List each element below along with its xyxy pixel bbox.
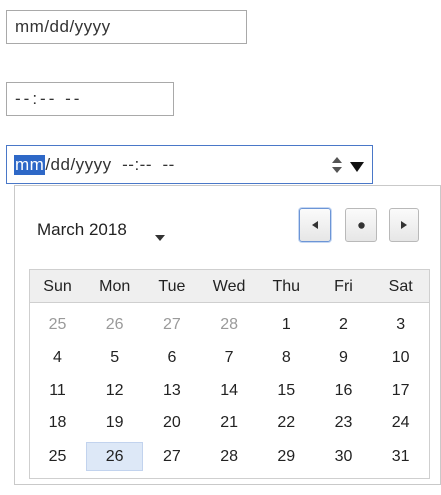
day-cell[interactable]: 16	[315, 376, 372, 405]
day-cell[interactable]: 31	[372, 442, 429, 471]
day-cell[interactable]: 13	[143, 376, 200, 405]
day-cell[interactable]: 28	[201, 442, 258, 471]
day-cell[interactable]: 25	[29, 310, 86, 339]
day-cell[interactable]: 28	[201, 310, 258, 339]
spin-up-down-icon[interactable]	[330, 155, 344, 175]
day-cell[interactable]: 4	[29, 343, 86, 372]
dot-icon	[357, 216, 365, 234]
weekday-mon: Mon	[99, 277, 131, 295]
day-cell[interactable]: 19	[86, 408, 143, 437]
day-cell[interactable]: 27	[143, 310, 200, 339]
day-cell[interactable]: 3	[372, 310, 429, 339]
day-cell[interactable]: 15	[258, 376, 315, 405]
day-cell[interactable]: 7	[201, 343, 258, 372]
day-cell[interactable]: 23	[315, 408, 372, 437]
weekday-thu: Thu	[272, 277, 301, 295]
day-cell[interactable]: 26	[86, 442, 144, 471]
triangle-right-icon	[401, 216, 407, 234]
weekday-tue: Tue	[158, 277, 186, 295]
calendar-popup: March 2018 Sun Mon Tue Wed Thu Fri Sat 25 26 27 28…	[14, 185, 441, 485]
time-input[interactable]: --:-- --	[6, 82, 174, 116]
day-cell[interactable]: 9	[315, 343, 372, 372]
day-cell[interactable]: 12	[86, 376, 143, 405]
datetime-input[interactable]: mm /dd/yyyy --:-- --	[6, 145, 373, 184]
day-cell[interactable]: 5	[86, 343, 143, 372]
triangle-left-icon	[312, 216, 318, 234]
day-cell[interactable]: 14	[201, 376, 258, 405]
day-cell[interactable]: 22	[258, 408, 315, 437]
day-cell[interactable]: 18	[29, 408, 86, 437]
date-placeholder: mm/dd/yyyy	[15, 17, 111, 36]
day-cell[interactable]: 10	[372, 343, 429, 372]
day-cell[interactable]: 29	[258, 442, 315, 471]
triangle-down-icon[interactable]	[350, 158, 364, 178]
day-cell[interactable]: 2	[315, 310, 372, 339]
time-placeholder: --:-- --	[15, 89, 83, 108]
day-cell[interactable]: 8	[258, 343, 315, 372]
day-cell[interactable]: 17	[372, 376, 429, 405]
day-cell[interactable]: 6	[143, 343, 200, 372]
weekday-wed: Wed	[212, 277, 246, 295]
month-year-label[interactable]: March 2018	[37, 220, 127, 240]
weekday-sun: Sun	[43, 277, 72, 295]
month-segment[interactable]: mm	[14, 154, 46, 175]
day-cell[interactable]: 30	[315, 442, 372, 471]
day-cell[interactable]: 11	[29, 376, 86, 405]
day-cell[interactable]: 25	[29, 442, 86, 471]
previous-month-button[interactable]	[299, 208, 331, 242]
next-month-button[interactable]	[389, 208, 419, 242]
day-cell[interactable]: 24	[372, 408, 429, 437]
weekday-sat: Sat	[388, 277, 413, 295]
datetime-rest-text[interactable]: /dd/yyyy --:-- --	[45, 155, 174, 175]
weekday-fri: Fri	[334, 277, 353, 295]
today-button[interactable]	[345, 208, 377, 242]
day-cell[interactable]: 20	[143, 408, 200, 437]
day-cell[interactable]: 1	[258, 310, 315, 339]
date-input[interactable]: mm/dd/yyyy	[6, 10, 247, 44]
day-cell[interactable]: 21	[201, 408, 258, 437]
caret-down-icon[interactable]	[155, 228, 165, 246]
day-cell[interactable]: 27	[143, 442, 200, 471]
day-cell[interactable]: 26	[86, 310, 143, 339]
